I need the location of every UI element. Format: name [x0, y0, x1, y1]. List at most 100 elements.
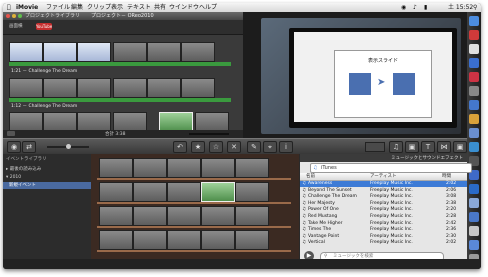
clip-thumbnail[interactable]	[113, 78, 147, 98]
event-clip[interactable]	[167, 158, 201, 178]
app-icon[interactable]	[469, 30, 479, 40]
menu-view[interactable]: 表示	[111, 3, 123, 12]
title-browser-icon[interactable]: T	[421, 141, 435, 153]
app-icon[interactable]	[469, 226, 479, 236]
event-clip[interactable]	[99, 230, 133, 250]
menu-file[interactable]: ファイル	[46, 3, 70, 12]
add-project-button[interactable]	[7, 131, 15, 136]
clip-thumbnail[interactable]	[181, 78, 215, 98]
music-row[interactable]: ♫ Vantage Point Freeplay Music Inc. 2:30	[300, 234, 467, 240]
undo-icon[interactable]: ↶	[173, 141, 187, 153]
event-item[interactable]: ▾ 2010	[3, 174, 91, 181]
crop-icon[interactable]: ⌖	[263, 141, 277, 153]
apple-menu-icon[interactable]: 	[7, 3, 11, 12]
menu-help[interactable]: ヘルプ	[199, 3, 217, 12]
app-icon[interactable]	[469, 114, 479, 124]
event-item-selected[interactable]: 新規イベント	[3, 182, 91, 189]
event-clip[interactable]	[133, 182, 167, 202]
menu-window[interactable]: ウインドウ	[169, 3, 199, 12]
battery-icon[interactable]: ▮	[424, 3, 427, 12]
music-row[interactable]: ♫ Challenge The Dream Freeplay Music Inc. 3…	[300, 194, 467, 200]
unmark-icon[interactable]: ☆	[209, 141, 223, 153]
event-clip[interactable]	[235, 230, 269, 250]
youtube-badge[interactable]: YouTube	[36, 23, 52, 30]
event-clip[interactable]	[201, 158, 235, 178]
event-clip[interactable]	[99, 182, 133, 202]
app-menu[interactable]: iMovie	[16, 3, 38, 12]
clip-thumbnail[interactable]	[9, 42, 43, 62]
event-clip[interactable]	[133, 230, 167, 250]
event-clip[interactable]	[235, 158, 269, 178]
column-artist[interactable]: アーティスト	[370, 173, 396, 180]
event-item[interactable]: ▸ 最後の読み込み	[3, 166, 91, 173]
music-track-bar[interactable]	[9, 98, 231, 102]
app-icon[interactable]	[469, 240, 479, 250]
app-icon[interactable]	[469, 184, 479, 194]
app-icon[interactable]	[469, 72, 479, 82]
music-row[interactable]: ♫ Times The Freeplay Music Inc. 2:36	[300, 227, 467, 233]
thumbnail-size-slider[interactable]	[47, 144, 89, 149]
volume-icon[interactable]: ♪	[413, 3, 417, 12]
minimize-button[interactable]	[12, 14, 16, 18]
camera-icon[interactable]: ◉	[7, 141, 21, 153]
clip-thumbnail[interactable]	[43, 112, 77, 132]
slider-knob[interactable]	[65, 144, 71, 149]
clip-thumbnail[interactable]	[147, 42, 181, 62]
event-clip[interactable]	[133, 158, 167, 178]
clip-thumbnail[interactable]	[181, 42, 215, 62]
app-icon[interactable]	[469, 198, 479, 208]
reject-icon[interactable]: ✕	[227, 141, 241, 153]
app-icon[interactable]	[469, 44, 479, 54]
map-browser-icon[interactable]: ▣	[453, 141, 467, 153]
finder-icon[interactable]	[469, 16, 479, 26]
event-clip[interactable]	[99, 206, 133, 226]
clip-thumbnail[interactable]	[147, 78, 181, 98]
event-clip[interactable]	[235, 182, 269, 202]
event-clip[interactable]	[167, 206, 201, 226]
project-zoom-slider[interactable]	[189, 133, 229, 135]
wifi-icon[interactable]: ◉	[401, 3, 406, 12]
swap-icon[interactable]: ⇄	[22, 141, 36, 153]
clip-thumbnail[interactable]	[77, 112, 111, 132]
music-row[interactable]: ♫ Her Majesty Freeplay Music Inc. 2:38	[300, 201, 467, 207]
close-button[interactable]	[6, 14, 10, 18]
zoom-button[interactable]	[18, 14, 22, 18]
favorite-icon[interactable]: ★	[191, 141, 205, 153]
music-row[interactable]: ♫ Take Me Higher Freeplay Music Inc. 2:42	[300, 221, 467, 227]
event-clip[interactable]	[99, 158, 133, 178]
menu-clock[interactable]: 土 15:52	[448, 3, 473, 12]
menu-edit[interactable]: 編集	[71, 3, 83, 12]
spotlight-icon[interactable]: ⚲	[473, 3, 477, 12]
app-icon[interactable]	[469, 58, 479, 68]
clip-thumbnail[interactable]	[9, 112, 43, 132]
clip-thumbnail[interactable]	[113, 42, 147, 62]
clip-thumbnail[interactable]	[77, 42, 111, 62]
column-name[interactable]: 名前	[306, 173, 315, 180]
music-row-selected[interactable]: ♫ Awareness Freeplay Music Inc. 2:02	[300, 181, 467, 187]
menu-text[interactable]: テキスト	[127, 3, 151, 12]
music-row[interactable]: ♫ Red Mustang Freeplay Music Inc. 2:28	[300, 214, 467, 220]
music-browser-icon[interactable]: ♫	[389, 141, 403, 153]
clip-thumbnail[interactable]	[9, 78, 43, 98]
event-clip-selected[interactable]	[201, 182, 235, 202]
music-track-bar[interactable]	[9, 62, 231, 66]
music-row[interactable]: ♫ Vertical Freeplay Music Inc. 2:02	[300, 240, 467, 246]
clip-thumbnail[interactable]	[113, 112, 147, 132]
column-time[interactable]: 時間	[442, 173, 451, 180]
event-clip[interactable]	[167, 182, 201, 202]
photo-browser-icon[interactable]: ▣	[405, 141, 419, 153]
app-icon[interactable]	[469, 86, 479, 96]
app-icon[interactable]	[469, 212, 479, 222]
transition-browser-icon[interactable]: ⋈	[437, 141, 451, 153]
event-clip[interactable]	[235, 206, 269, 226]
clip-thumbnail-selected[interactable]	[159, 112, 193, 132]
menu-share[interactable]: 共有	[154, 3, 166, 12]
event-clip[interactable]	[167, 230, 201, 250]
app-icon[interactable]	[469, 128, 479, 138]
pen-icon[interactable]: ✎	[247, 141, 261, 153]
app-icon[interactable]	[469, 100, 479, 110]
project-library-button[interactable]: プロジェクトライブラリ	[25, 12, 80, 20]
music-source-select[interactable]: ♫ iTunes	[310, 163, 472, 173]
info-icon[interactable]: i	[279, 141, 293, 153]
event-clip[interactable]	[201, 206, 235, 226]
